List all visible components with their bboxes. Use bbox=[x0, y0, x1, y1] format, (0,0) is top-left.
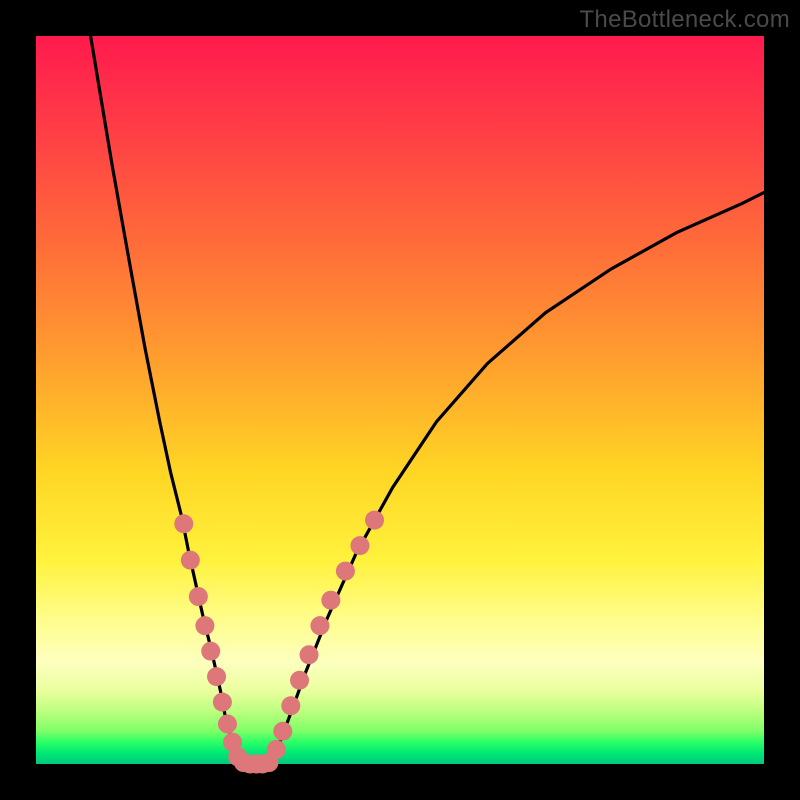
marker-7 bbox=[218, 714, 237, 733]
curve-group bbox=[91, 36, 764, 764]
marker-group bbox=[174, 511, 384, 774]
watermark-label: TheBottleneck.com bbox=[579, 6, 790, 34]
marker-18 bbox=[290, 671, 309, 690]
chart-frame: TheBottleneck.com bbox=[0, 0, 800, 800]
marker-4 bbox=[201, 642, 220, 661]
marker-2 bbox=[189, 587, 208, 606]
marker-17 bbox=[281, 696, 300, 715]
marker-0 bbox=[174, 514, 193, 533]
marker-23 bbox=[350, 536, 369, 555]
marker-22 bbox=[336, 562, 355, 581]
marker-15 bbox=[267, 740, 286, 759]
chart-svg bbox=[36, 36, 764, 764]
marker-21 bbox=[321, 591, 340, 610]
marker-16 bbox=[273, 722, 292, 741]
marker-19 bbox=[300, 645, 319, 664]
marker-6 bbox=[213, 693, 232, 712]
marker-24 bbox=[365, 511, 384, 530]
marker-1 bbox=[181, 551, 200, 570]
marker-5 bbox=[207, 667, 226, 686]
marker-3 bbox=[195, 616, 214, 635]
curve-right-branch bbox=[269, 193, 764, 763]
marker-20 bbox=[310, 616, 329, 635]
